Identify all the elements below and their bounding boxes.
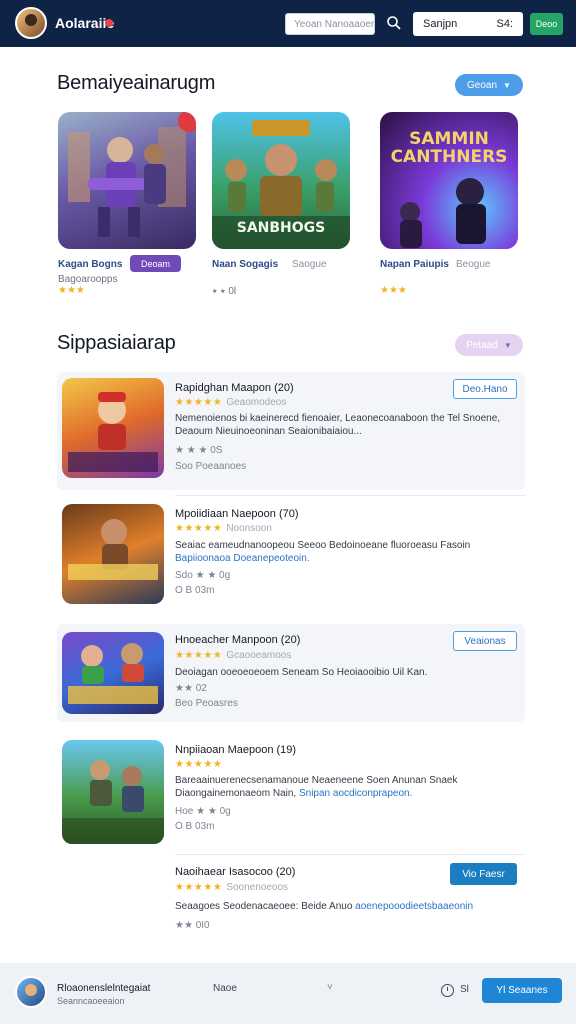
featured-card-image: SANBHOGS bbox=[212, 112, 350, 249]
hot-badge-icon bbox=[178, 112, 196, 132]
game-action-button[interactable]: Vio Faesr bbox=[450, 863, 517, 885]
rating-label: Geaomodeos bbox=[226, 397, 287, 408]
featured-card[interactable]: Kagan Bogns Deoam Bagoaroopps ★★★ bbox=[58, 112, 200, 296]
signin-field[interactable]: Sanjpn S4: bbox=[413, 12, 523, 36]
game-meta: Sdo ★ ★ 0g bbox=[175, 570, 231, 581]
featured-card-art-title: SANBHOGS bbox=[236, 220, 326, 236]
game-meta: ★★ 02 bbox=[175, 683, 207, 694]
divider bbox=[175, 495, 525, 496]
game-description-text: Seaagoes Seodenacaeoee: Beide Anuo bbox=[175, 901, 353, 912]
game-list-item[interactable]: Mpoiidiaan Naepoon (70) ★★★★★ Noonsoon Se… bbox=[57, 498, 525, 616]
game-meta: ★★ 0I0 bbox=[175, 920, 210, 931]
featured-card-meta: ⭑ ⭑ 0l bbox=[212, 286, 237, 297]
game-art-illustration bbox=[68, 519, 158, 580]
game-title[interactable]: Hnoeacher Manpoon (20) bbox=[175, 634, 300, 646]
clock-icon bbox=[441, 984, 454, 997]
signin-label: Sanjpn bbox=[423, 18, 458, 30]
game-description: Seaagoes Seodenacaeoee: Beide Anuo aoene… bbox=[175, 900, 520, 913]
footer-title: Rloaonenslelntegaiat bbox=[57, 983, 151, 994]
featured-card-art-title: SAMMIN CANTHNERS bbox=[390, 129, 508, 167]
popular-section-title: Sippasiaiarap bbox=[57, 332, 176, 354]
featured-section-title: Bemaiyeainarugm bbox=[57, 72, 216, 94]
footer-count: Sl bbox=[460, 984, 469, 995]
divider bbox=[175, 854, 525, 855]
game-description-link[interactable]: Bapiioonaoa Doeanepeoteoin. bbox=[175, 553, 310, 564]
game-description: Bareaainuerenecsenamanoue Neaeneene Soen… bbox=[175, 774, 520, 800]
signin-extra: S4: bbox=[496, 18, 513, 30]
header-action-button[interactable]: Deoo bbox=[530, 13, 563, 35]
game-list-item[interactable]: Nnpiiaoan Maepoon (19) ★★★★★ Bareaainuer… bbox=[57, 734, 525, 850]
rating-label: Gcaooeamoos bbox=[226, 650, 292, 661]
game-action-button[interactable]: Veaionas bbox=[453, 631, 517, 651]
game-title[interactable]: Nnpiiaoan Maepoon (19) bbox=[175, 744, 296, 756]
featured-card-name: Napan Paiupis bbox=[380, 259, 449, 270]
chevron-down-icon: ▼ bbox=[503, 80, 511, 90]
game-list-item[interactable]: Hnoeacher Manpoon (20) ★★★★★ Gcaooeamoos … bbox=[57, 624, 525, 722]
featured-card-name: Kagan Bogns bbox=[58, 259, 123, 270]
game-rating: ★★★★★ Soonenoeoos bbox=[175, 882, 289, 893]
search-icon[interactable] bbox=[386, 15, 402, 31]
featured-card-sub: Saogue bbox=[292, 259, 327, 270]
notification-dot-icon[interactable] bbox=[105, 19, 113, 27]
game-art-illustration bbox=[62, 760, 164, 844]
game-meta-secondary: Beo Peoasres bbox=[175, 698, 238, 709]
featured-dropdown[interactable]: Geoan ▼ bbox=[455, 74, 523, 96]
featured-card-image bbox=[58, 112, 196, 249]
game-description: Nemenoienos bi kaeinerecd fienoaier, Lea… bbox=[175, 413, 501, 437]
game-title[interactable]: Mpoiidiaan Naepoon (70) bbox=[175, 508, 299, 520]
game-title[interactable]: Naoihaear Isasocoo (20) bbox=[175, 866, 295, 878]
game-meta-secondary: O B 03m bbox=[175, 585, 215, 596]
game-action-button[interactable]: Deo.Hano bbox=[453, 379, 517, 399]
game-thumbnail bbox=[62, 504, 164, 604]
game-rating: ★★★★★ Noonsoon bbox=[175, 523, 272, 534]
featured-card[interactable]: SANBHOGS Naan Sogagis Saogue ⭑ ⭑ 0l bbox=[212, 112, 354, 297]
game-meta-secondary: Soo Poeaanoes bbox=[175, 461, 247, 472]
featured-card-name: Naan Sogagis bbox=[212, 259, 279, 270]
game-description: Deoiagan ooeoeoeoem Seneam So Heoiaooibi… bbox=[175, 667, 428, 678]
game-description: Seaiac eameudnanoopeou Seeoo Bedoinoeane… bbox=[175, 539, 520, 565]
featured-card-sub: Beogue bbox=[456, 259, 491, 270]
footer-mid-label[interactable]: Naoe bbox=[213, 983, 237, 994]
game-title[interactable]: Rapidghan Maapon (20) bbox=[175, 382, 294, 394]
featured-card-stars: ★★★ bbox=[58, 285, 85, 296]
game-description-text: Seaiac eameudnanoopeou Seeoo Bedoinoeane… bbox=[175, 540, 471, 551]
game-art-illustration bbox=[68, 127, 186, 237]
featured-card-tag[interactable]: Deoam bbox=[130, 255, 181, 272]
featured-card-sub: Bagoaroopps bbox=[58, 274, 118, 285]
game-meta-secondary: O B 03m bbox=[175, 821, 215, 832]
featured-card-stars: ★★★ bbox=[380, 285, 407, 296]
game-meta: Hoe ★ ★ 0g bbox=[175, 806, 231, 817]
top-header: Aolaraiie Yeoan Nanoaaoen Sanjpn S4: Deo… bbox=[0, 0, 576, 47]
rating-label: Noonsoon bbox=[226, 523, 272, 534]
chevron-down-icon: ▼ bbox=[503, 340, 512, 350]
game-thumbnail bbox=[62, 378, 164, 478]
footer-action-button[interactable]: Yl Seaanes bbox=[482, 978, 562, 1003]
footer-avatar[interactable] bbox=[15, 976, 47, 1008]
featured-card[interactable]: SAMMIN CANTHNERS Napan Paiupis Beogue ★★… bbox=[380, 112, 522, 296]
rating-label: Soonenoeoos bbox=[226, 882, 289, 893]
popular-dropdown[interactable]: Petaad ▼ bbox=[455, 334, 523, 356]
game-art-illustration bbox=[68, 392, 158, 472]
tick-icon: ˅ bbox=[327, 982, 333, 993]
game-thumbnail bbox=[62, 632, 164, 714]
game-description-link[interactable]: Snipan aocdiconprapeon. bbox=[299, 788, 412, 799]
featured-card-image: SAMMIN CANTHNERS bbox=[380, 112, 518, 249]
game-list-item[interactable]: Rapidghan Maapon (20) ★★★★★ Geaomodeos Ne… bbox=[57, 372, 525, 490]
game-rating: ★★★★★ bbox=[175, 759, 223, 770]
game-rating: ★★★★★ Gcaooeamoos bbox=[175, 650, 292, 661]
game-art-illustration bbox=[68, 643, 158, 704]
game-rating: ★★★★★ Geaomodeos bbox=[175, 397, 287, 408]
app-root: Aolaraiie Yeoan Nanoaaoen Sanjpn S4: Deo… bbox=[0, 0, 576, 1024]
game-meta: ★ ★ ★ 0S bbox=[175, 445, 223, 456]
footer-subtitle: Seanncaoeeaion bbox=[57, 996, 125, 1006]
search-input[interactable]: Yeoan Nanoaaoen bbox=[285, 13, 375, 35]
game-list-item[interactable]: Naoihaear Isasocoo (20) ★★★★★ Soonenoeoos… bbox=[57, 858, 525, 940]
game-description-link[interactable]: aoenepooodieetsbaaeonin bbox=[355, 901, 473, 912]
popular-dropdown-label: Petaad bbox=[466, 339, 498, 351]
featured-dropdown-label: Geoan bbox=[467, 79, 498, 91]
game-thumbnail bbox=[62, 740, 164, 844]
user-avatar[interactable] bbox=[15, 7, 47, 39]
